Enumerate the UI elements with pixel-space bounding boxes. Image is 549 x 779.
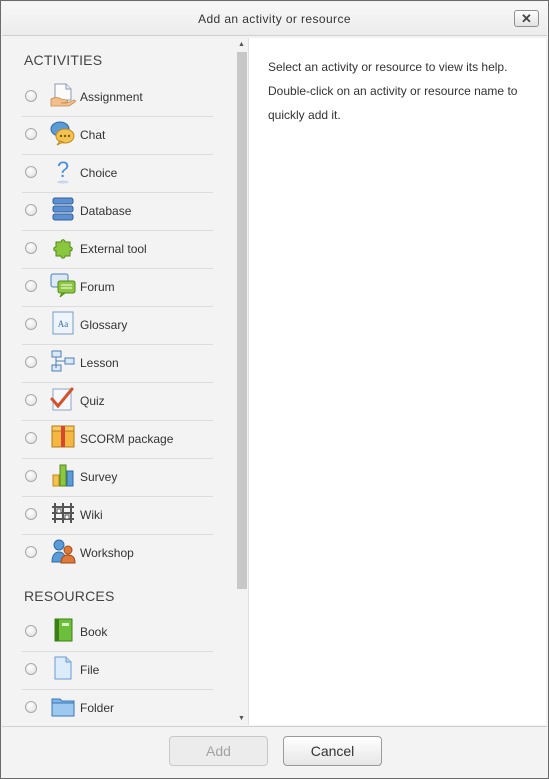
scroll-up-arrow-icon[interactable]: ▲ (235, 38, 248, 51)
radio-button[interactable] (25, 432, 37, 444)
close-icon: ✕ (521, 11, 532, 26)
lesson-icon (50, 348, 76, 374)
activity-item-workshop[interactable]: Workshop (22, 535, 213, 573)
activity-item-external-tool[interactable]: External tool (22, 231, 213, 269)
activity-chooser-dialog: Add an activity or resource ✕ ACTIVITIES… (0, 0, 549, 779)
scrollbar-thumb[interactable] (237, 52, 247, 589)
assignment-icon (50, 82, 76, 108)
forum-icon (50, 272, 76, 298)
chat-icon (50, 120, 76, 146)
activity-item-survey[interactable]: Survey (22, 459, 213, 497)
activity-item-database[interactable]: Database (22, 193, 213, 231)
activity-item-forum[interactable]: Forum (22, 269, 213, 307)
resource-item-folder[interactable]: Folder (22, 690, 213, 725)
dialog-footer: Add Cancel (2, 726, 547, 778)
radio-button[interactable] (25, 356, 37, 368)
item-label: External tool (80, 242, 147, 256)
item-label: Chat (80, 128, 106, 142)
activity-item-assignment[interactable]: Assignment (22, 79, 213, 117)
item-label: Wiki (80, 508, 103, 522)
activity-item-wiki[interactable]: Wiki (22, 497, 213, 535)
scroll-down-arrow-icon[interactable]: ▼ (235, 712, 248, 725)
activity-item-chat[interactable]: Chat (22, 117, 213, 155)
activities-header: ACTIVITIES (24, 52, 103, 68)
file-icon (50, 655, 76, 681)
item-label: Lesson (80, 356, 119, 370)
radio-button[interactable] (25, 204, 37, 216)
item-label: Book (80, 625, 108, 639)
radio-button[interactable] (25, 663, 37, 675)
radio-button[interactable] (25, 625, 37, 637)
dialog-titlebar: Add an activity or resource ✕ (2, 2, 547, 36)
item-label: Database (80, 204, 132, 218)
dialog-title: Add an activity or resource (198, 12, 351, 26)
radio-button[interactable] (25, 128, 37, 140)
radio-button[interactable] (25, 318, 37, 330)
item-label: Glossary (80, 318, 128, 332)
radio-button[interactable] (25, 546, 37, 558)
module-list-scrollbar[interactable]: ▲ ▼ (235, 38, 248, 725)
database-icon (50, 196, 76, 222)
radio-button[interactable] (25, 90, 37, 102)
item-label: Choice (80, 166, 118, 180)
radio-button[interactable] (25, 394, 37, 406)
item-label: Folder (80, 701, 115, 715)
resource-item-file[interactable]: File (22, 652, 213, 690)
radio-button[interactable] (25, 280, 37, 292)
radio-button[interactable] (25, 508, 37, 520)
radio-button[interactable] (25, 701, 37, 713)
help-text: Select an activity or resource to view i… (268, 60, 518, 122)
activity-item-choice[interactable]: ? Choice (22, 155, 213, 193)
choice-icon: ? (50, 158, 76, 184)
resources-header: RESOURCES (24, 588, 115, 604)
item-label: Assignment (80, 90, 143, 104)
radio-button[interactable] (25, 166, 37, 178)
workshop-icon (50, 538, 76, 564)
module-list-panel: ACTIVITIES Assignment Chat ? Choice Data… (4, 38, 248, 725)
item-label: Workshop (80, 546, 134, 560)
activity-item-glossary[interactable]: Aa Glossary (22, 307, 213, 345)
radio-button[interactable] (25, 242, 37, 254)
close-button[interactable]: ✕ (514, 10, 539, 27)
activity-item-quiz[interactable]: Quiz (22, 383, 213, 421)
activity-item-scorm-package[interactable]: SCORM package (22, 421, 213, 459)
activity-item-lesson[interactable]: Lesson (22, 345, 213, 383)
item-label: File (80, 663, 100, 677)
scorm-package-icon (50, 424, 76, 450)
book-icon (50, 617, 76, 643)
svg-text:Aa: Aa (58, 319, 69, 329)
resource-item-book[interactable]: Book (22, 614, 213, 652)
external-tool-icon (50, 234, 76, 260)
add-button[interactable]: Add (169, 736, 268, 766)
help-panel: Select an activity or resource to view i… (248, 38, 546, 725)
radio-button[interactable] (25, 470, 37, 482)
quiz-icon (50, 386, 76, 412)
survey-icon (50, 462, 76, 488)
glossary-icon: Aa (50, 310, 76, 336)
folder-icon (50, 693, 76, 719)
item-label: SCORM package (80, 432, 174, 446)
svg-text:?: ? (57, 158, 69, 182)
wiki-icon (50, 500, 76, 526)
cancel-button[interactable]: Cancel (283, 736, 382, 766)
item-label: Survey (80, 470, 118, 484)
item-label: Forum (80, 280, 115, 294)
item-label: Quiz (80, 394, 105, 408)
